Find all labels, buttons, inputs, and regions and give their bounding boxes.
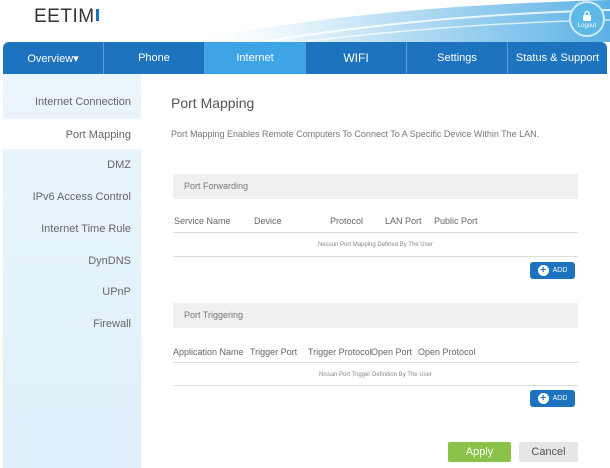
column-open-protocol: Open Protocol xyxy=(418,347,476,357)
table-divider xyxy=(173,362,578,363)
logout-button[interactable]: Logout xyxy=(569,1,605,37)
brand-logo-mark xyxy=(95,9,99,21)
lock-icon xyxy=(583,10,591,21)
tab-overview[interactable]: Overview▾ xyxy=(3,42,104,74)
logout-label: Logout xyxy=(577,22,597,29)
column-trigger-port: Trigger Port xyxy=(250,347,298,357)
port-triggering-heading: Port Triggering xyxy=(173,303,578,328)
main-nav: Overview▾ Phone Internet WIFI Settings S… xyxy=(3,42,607,74)
plus-icon: + xyxy=(537,393,549,404)
tab-status-support[interactable]: Status & Support xyxy=(508,42,607,74)
add-button-label: ADD xyxy=(552,267,568,274)
tab-internet[interactable]: Internet xyxy=(205,42,306,74)
sidebar-item-dyndns[interactable]: DynDNS xyxy=(88,255,131,267)
page-description: Port Mapping Enables Remote Computers To… xyxy=(171,129,540,139)
tab-wifi[interactable]: WIFI xyxy=(306,42,407,74)
add-port-forwarding-button[interactable]: + ADD xyxy=(530,262,575,279)
sidebar: Internet Connection Port Mapping DMZ IPv… xyxy=(3,74,141,468)
plus-icon: + xyxy=(537,265,549,276)
column-service-name: Service Name xyxy=(174,216,231,226)
sidebar-item-internet-connection[interactable]: Internet Connection xyxy=(35,96,131,108)
column-protocol: Protocol xyxy=(330,216,364,226)
port-forwarding-empty-message: Nessun Port Mapping Defined By The User xyxy=(318,242,433,248)
cancel-button[interactable]: Cancel xyxy=(519,442,578,462)
sidebar-item-upnp[interactable]: UPnP xyxy=(102,286,131,298)
add-port-triggering-button[interactable]: + ADD xyxy=(530,390,575,407)
column-lan-port: LAN Port xyxy=(385,216,422,226)
add-button-label: ADD xyxy=(552,395,568,402)
table-divider xyxy=(173,232,578,233)
sidebar-item-ipv6-access-control[interactable]: IPv6 Access Control xyxy=(33,191,131,203)
column-public-port: Public Port xyxy=(434,216,478,226)
tab-settings[interactable]: Settings xyxy=(407,42,508,74)
sidebar-item-internet-time-rule[interactable]: Internet Time Rule xyxy=(41,223,131,235)
brand-logo-text: EETIM xyxy=(34,6,95,27)
column-open-port: Open Port xyxy=(371,347,413,357)
sidebar-item-port-mapping[interactable]: Port Mapping xyxy=(66,129,131,141)
sidebar-item-firewall[interactable]: Firewall xyxy=(93,318,131,330)
header: EETIM Logout xyxy=(0,0,610,42)
table-divider xyxy=(173,385,578,386)
tab-phone[interactable]: Phone xyxy=(104,42,205,74)
column-application-name: Application Name xyxy=(173,347,244,357)
apply-button[interactable]: Apply xyxy=(448,442,511,462)
sidebar-item-dmz[interactable]: DMZ xyxy=(107,159,131,171)
table-divider xyxy=(173,256,578,257)
column-device: Device xyxy=(254,216,282,226)
main-content: Port Mapping Port Mapping Enables Remote… xyxy=(141,74,610,468)
brand-logo: EETIM xyxy=(34,6,99,28)
page-title: Port Mapping xyxy=(171,95,255,111)
port-forwarding-heading: Port Forwarding xyxy=(173,174,578,199)
column-trigger-protocol: Trigger Protocol xyxy=(308,347,372,357)
port-triggering-empty-message: Nissan Port Trigger Definition By The Us… xyxy=(319,372,432,378)
